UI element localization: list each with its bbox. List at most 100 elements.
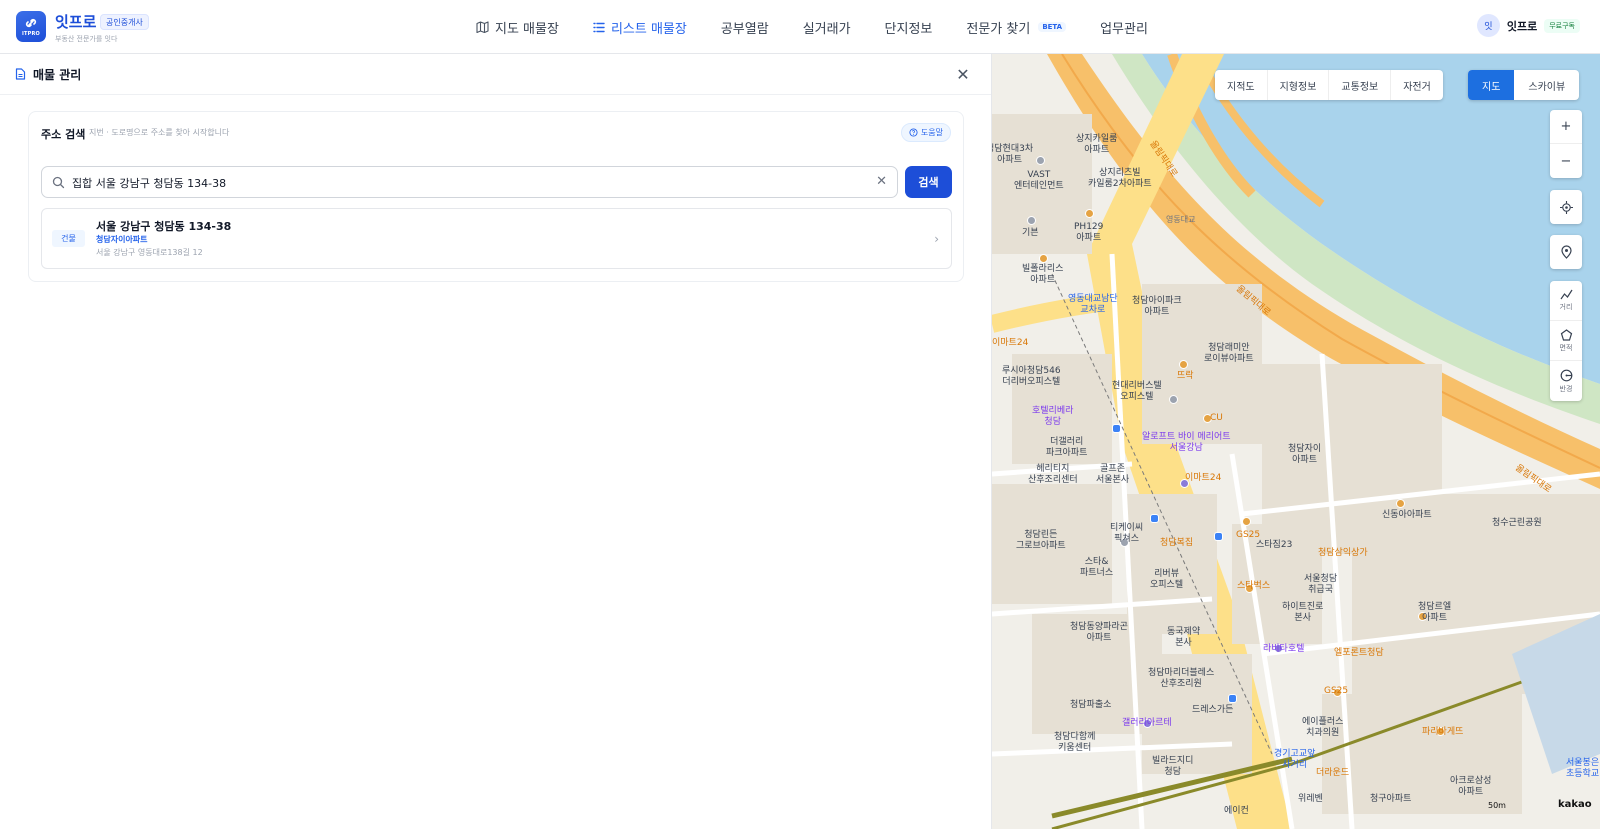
nav-registry-view[interactable]: 공부열람	[721, 0, 769, 54]
map-label: 루시아청담546 더리버오피스텔	[1002, 366, 1061, 387]
map-label: 기븐	[1022, 228, 1039, 238]
avatar[interactable]: 잇	[1476, 14, 1500, 37]
map-poi[interactable]	[1396, 499, 1405, 508]
search-icon	[52, 176, 65, 189]
map-poi[interactable]	[1169, 395, 1178, 404]
map-label: 골프존 서울본사	[1096, 464, 1130, 485]
map-label: 영동대교남단 교차로	[1068, 294, 1118, 315]
distance-icon	[1560, 289, 1573, 300]
nav-real-price[interactable]: 실거래가	[803, 0, 851, 54]
map-label: 현대리버스텔 오피스텔	[1112, 381, 1162, 402]
result-building-name: 청담자이아파트	[96, 235, 148, 244]
map-provider-logo: kakao	[1558, 799, 1592, 810]
map-label: 청담동양파라곤 아파트	[1070, 622, 1128, 643]
nav-find-expert[interactable]: 전문가 찾기 BETA	[966, 0, 1067, 54]
map-poi[interactable]	[1179, 360, 1188, 369]
map-poi[interactable]	[1085, 209, 1094, 218]
map-label: 하이트진로 본사	[1282, 602, 1324, 623]
nav-label: 업무관리	[1100, 21, 1148, 37]
panel-title: 매물 관리	[33, 67, 82, 82]
nav-list-listing[interactable]: 리스트 매물장	[593, 0, 687, 54]
map-label: 청담린든 그로브아파트	[1016, 530, 1066, 551]
marker-control	[1550, 235, 1582, 269]
map-poi[interactable]	[1027, 216, 1036, 225]
brand-name[interactable]: 잇프로	[55, 11, 96, 32]
map-label: 빌폴라리스 아파트	[1022, 264, 1064, 285]
layer-terrain[interactable]: 지형정보	[1268, 70, 1330, 100]
search-button[interactable]: 검색	[905, 166, 952, 198]
map-label: 파리바게뜨	[1422, 727, 1464, 737]
map-label: 청담파출소	[1070, 700, 1112, 710]
map-label: 이마트24	[1185, 473, 1222, 483]
measure-distance-button[interactable]: 거리	[1550, 281, 1582, 321]
layer-cadastral[interactable]: 지적도	[1215, 70, 1268, 100]
help-button[interactable]: 도움말	[900, 123, 951, 142]
search-result-item[interactable]: 건물 서울 강남구 청담동 134-38 청담자이아파트 서울 강남구 영동대로…	[41, 208, 952, 269]
map-label: 경기고교앞 사거리	[1274, 749, 1316, 770]
crosshair-icon	[1559, 200, 1573, 214]
place-marker-button[interactable]	[1550, 235, 1582, 269]
user-menu[interactable]: 잇 잇프로 무료구독	[1476, 14, 1580, 37]
nav-label: 공부열람	[720, 21, 769, 37]
clear-search-button[interactable]: ✕	[876, 174, 887, 189]
result-road-address: 서울 강남구 영동대로138길 12	[96, 248, 203, 257]
map-label: 엘포론트청담	[1334, 648, 1384, 658]
map-label: 청담마리더블레스 산후조리원	[1148, 668, 1215, 689]
zoom-in-button[interactable]: +	[1550, 110, 1582, 144]
map-label: 서울봉은 초등학교	[1566, 758, 1600, 779]
measure-area-button[interactable]: 면적	[1550, 321, 1582, 361]
map-label: 알로프트 바이 메리어트 서울강남	[1142, 432, 1231, 453]
map-label: 청담삼익상가	[1318, 548, 1368, 558]
address-search-field[interactable]: ✕	[41, 166, 898, 198]
map-view[interactable]: 상지카일룸아파트 상지리츠빌카일룸2차아파트 VAST엔터테인먼트 청담현대3차…	[992, 54, 1600, 829]
my-location-button[interactable]	[1550, 190, 1582, 224]
map-label: GS25	[1324, 686, 1349, 696]
nav-label: 단지정보	[884, 21, 933, 37]
zoom-controls: + −	[1550, 110, 1582, 178]
panel-header: 매물 관리 ✕	[0, 54, 991, 95]
top-header: ITPRO 잇프로 공인중개사 부동산 전문가를 잇다 지도 매물장 리스트 매…	[0, 0, 1600, 54]
result-address: 서울 강남구 청담동 134-38	[96, 220, 232, 233]
map-label: VAST 엔터테인먼트	[1014, 170, 1064, 191]
address-search-hint: 지번 · 도로명으로 주소를 찾아 시작합니다	[89, 128, 230, 137]
nav-map-listing[interactable]: 지도 매물장	[476, 0, 559, 54]
tool-label: 거리	[1559, 303, 1573, 311]
map-poi[interactable]	[1036, 156, 1045, 165]
map-poi[interactable]	[1039, 254, 1048, 263]
help-label: 도움말	[920, 128, 943, 137]
map-poi[interactable]	[1242, 517, 1251, 526]
bus-stop-icon[interactable]	[1112, 424, 1121, 433]
map-type-skyview[interactable]: 스카이뷰	[1514, 70, 1579, 100]
bus-stop-icon[interactable]	[1214, 532, 1223, 541]
map-label: 청담다함께 키움센터	[1054, 732, 1096, 753]
pin-icon	[1560, 245, 1572, 259]
map-label: 뜨락	[1177, 371, 1194, 381]
nav-task-management[interactable]: 업무관리	[1100, 0, 1148, 54]
nav-complex-info[interactable]: 단지정보	[885, 0, 933, 54]
map-label: 더갤러리 파크아파트	[1046, 437, 1088, 458]
bus-stop-icon[interactable]	[1228, 694, 1237, 703]
document-icon	[15, 68, 26, 80]
measure-radius-button[interactable]: 반경	[1550, 361, 1582, 401]
close-panel-button[interactable]: ✕	[953, 65, 973, 85]
map-type-map[interactable]: 지도	[1468, 70, 1515, 100]
layer-bicycle[interactable]: 자전거	[1391, 70, 1443, 100]
map-label: 갤러리아르테	[1122, 718, 1172, 728]
measure-tools: 거리 면적 반경	[1550, 281, 1582, 401]
brand-tagline: 부동산 전문가를 잇다	[55, 35, 118, 43]
map-label: 빌라드지디 청담	[1152, 756, 1194, 777]
layer-traffic[interactable]: 교통정보	[1329, 70, 1392, 100]
address-search-input[interactable]	[72, 173, 862, 193]
bus-stop-icon[interactable]	[1150, 514, 1159, 523]
map-label: 에이플러스 치과의원	[1302, 717, 1344, 738]
map-label: 위레벤	[1298, 794, 1323, 804]
map-label: 호텔리베라 청담	[1032, 406, 1074, 427]
itpro-logo[interactable]: ITPRO	[16, 11, 46, 42]
zoom-out-button[interactable]: −	[1550, 144, 1582, 178]
map-label: 청담래미안 로이뷰아파트	[1204, 343, 1254, 364]
map-label: 드레스가든	[1192, 705, 1234, 715]
polygon-icon	[1560, 328, 1572, 341]
map-label: 동국제약 본사	[1167, 627, 1201, 648]
map-label: 이마트24	[992, 338, 1029, 348]
radius-icon	[1560, 369, 1572, 381]
